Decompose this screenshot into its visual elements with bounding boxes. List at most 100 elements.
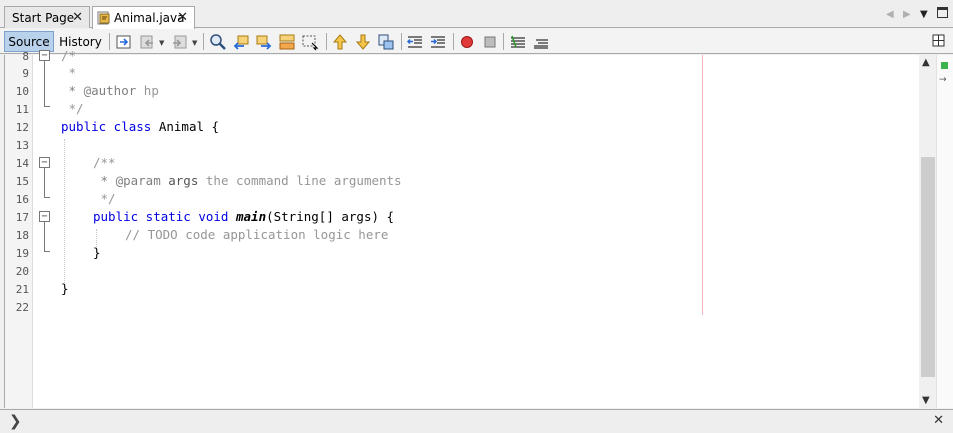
line-number: 8 [22, 50, 29, 63]
code-line: */ [61, 100, 84, 118]
fold-guide-end [44, 197, 50, 198]
keyword-text: public class [61, 119, 152, 134]
line-number: 16 [15, 193, 29, 206]
java-file-icon [97, 11, 111, 25]
toggle-highlight-icon[interactable] [278, 33, 296, 51]
brace-text: } [93, 245, 101, 260]
method-name-text: main [236, 209, 267, 224]
fold-toggle-icon[interactable]: − [39, 157, 50, 168]
close-icon[interactable]: ✕ [933, 413, 944, 428]
code-line: } [61, 280, 69, 298]
keyword-text: public static void [93, 209, 229, 224]
line-number: 13 [15, 139, 29, 152]
toolbar-separator [401, 33, 402, 50]
find-icon[interactable] [209, 33, 227, 51]
line-number: 18 [15, 229, 29, 242]
code-line: /* [61, 47, 76, 65]
toolbar-separator [503, 33, 504, 50]
toggle-rectangular-selection-icon[interactable] [301, 33, 319, 51]
tab-label: Start Page [12, 10, 75, 25]
expand-panel-icon[interactable]: ❯ [9, 412, 22, 430]
line-number: 11 [15, 103, 29, 116]
forward-dropdown-icon[interactable]: ▼ [192, 39, 197, 47]
caret-position-mark-icon: → [939, 75, 947, 85]
code-line: /** [93, 154, 116, 172]
editor-window: Start Page ✕ Animal.java ✕ ◀ ▶ ▼ Source … [0, 0, 953, 433]
maximize-window-icon[interactable] [937, 7, 948, 18]
line-number: 14 [15, 157, 29, 170]
uncomment-icon[interactable] [532, 33, 550, 51]
shift-line-right-icon[interactable] [429, 33, 447, 51]
tab-animal-java[interactable]: Animal.java ✕ [92, 6, 195, 29]
line-number: 10 [15, 85, 29, 98]
find-previous-icon[interactable] [232, 33, 250, 51]
line-number: 17 [15, 211, 29, 224]
fold-toggle-icon[interactable]: − [39, 211, 50, 222]
shift-line-left-icon[interactable] [406, 33, 424, 51]
indent-guide [64, 139, 65, 283]
fold-guide [44, 61, 45, 106]
comment-text: /* [61, 48, 77, 63]
comment-text: the command line arguments [198, 173, 402, 188]
previous-bookmark-icon[interactable] [331, 33, 349, 51]
scrollbar-thumb[interactable] [921, 157, 935, 377]
right-margin-line [702, 55, 703, 315]
brace-text: } [61, 281, 69, 296]
line-number: 20 [15, 265, 29, 278]
code-line: * [61, 64, 77, 82]
toolbar-separator [453, 33, 454, 50]
scroll-tabs-right-icon[interactable]: ▶ [903, 9, 911, 20]
code-line: * @author hp [61, 82, 159, 100]
close-icon[interactable]: ✕ [72, 10, 83, 25]
back-icon[interactable] [139, 33, 157, 51]
fold-guide [44, 222, 45, 251]
comment-text: /** [93, 155, 116, 170]
source-button[interactable]: Source [4, 31, 54, 52]
start-macro-recording-icon[interactable] [458, 33, 476, 51]
code-line: public static void main(String[] args) { [93, 208, 394, 226]
code-line: } [93, 244, 101, 262]
line-number: 15 [15, 175, 29, 188]
javadoc-tag: * @param [93, 173, 161, 188]
split-editor-icon[interactable] [932, 34, 950, 52]
tab-start-page[interactable]: Start Page ✕ [4, 6, 90, 28]
bottom-panel-bar: ❯ ✕ [0, 409, 953, 433]
tab-bar: Start Page ✕ Animal.java ✕ ◀ ▶ ▼ [0, 0, 953, 29]
line-number-gutter: 8 9 10 11 12 13 14 15 16 17 18 19 20 21 … [5, 50, 33, 408]
stop-macro-recording-icon[interactable] [481, 33, 499, 51]
fold-guide-end [44, 106, 50, 107]
scroll-up-icon[interactable]: ▲ [922, 57, 930, 68]
no-errors-status-icon [941, 62, 948, 69]
comment-text: */ [93, 191, 116, 206]
error-stripe: → [936, 55, 953, 408]
tab-label: Animal.java [114, 11, 185, 25]
last-edit-icon[interactable] [115, 33, 133, 51]
code-editor[interactable]: 8 9 10 11 12 13 14 15 16 17 18 19 20 21 … [4, 48, 953, 408]
close-icon[interactable]: ✕ [177, 10, 188, 25]
back-dropdown-icon[interactable]: ▼ [159, 39, 164, 47]
javadoc-param-name: args [160, 173, 199, 188]
comment-text: */ [61, 101, 84, 116]
fold-toggle-icon[interactable]: − [39, 50, 50, 61]
vertical-scrollbar[interactable]: ▲ ▼ [919, 55, 936, 408]
code-line: // TODO code application logic here [125, 226, 388, 244]
line-number: 19 [15, 247, 29, 260]
scroll-down-icon[interactable]: ▼ [922, 395, 930, 406]
method-signature-text: (String[] args) { [266, 209, 395, 224]
comment-text: // TODO code application logic here [125, 227, 389, 242]
javadoc-tag: * @author [61, 83, 137, 98]
forward-icon[interactable] [170, 33, 188, 51]
scroll-tabs-left-icon[interactable]: ◀ [886, 9, 894, 20]
tab-list-dropdown-icon[interactable]: ▼ [920, 9, 928, 20]
next-bookmark-icon[interactable] [354, 33, 372, 51]
toolbar-separator [203, 33, 204, 50]
toolbar-separator [326, 33, 327, 50]
code-line: */ [93, 190, 116, 208]
code-line: * @param args the command line arguments [93, 172, 402, 190]
toggle-bookmark-icon[interactable] [377, 33, 395, 51]
find-next-icon[interactable] [255, 33, 273, 51]
class-name-text: Animal { [151, 119, 220, 134]
comment-text: * [61, 65, 77, 80]
comment-icon[interactable] [509, 33, 527, 51]
line-number: 22 [15, 301, 29, 314]
